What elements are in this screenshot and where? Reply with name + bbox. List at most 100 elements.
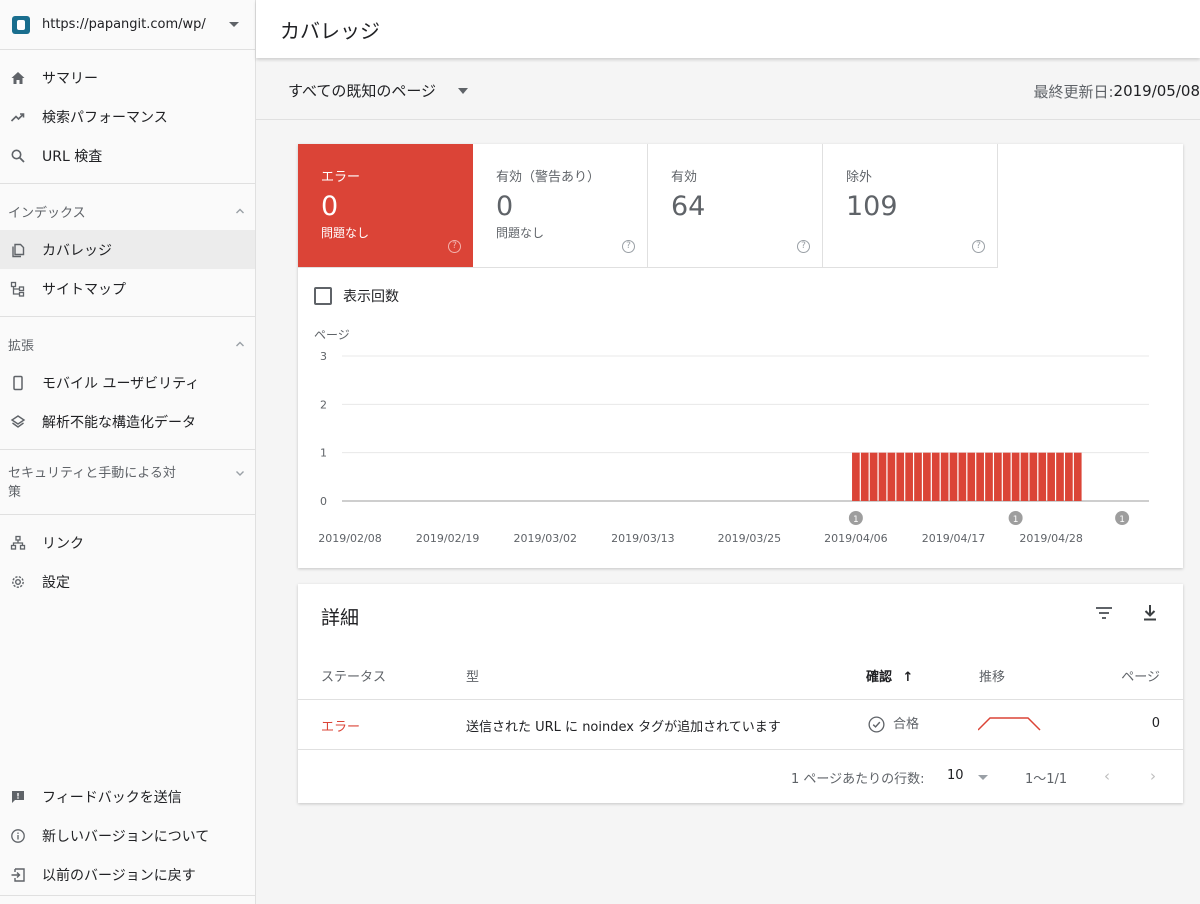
section-label: セキュリティと手動による対策 [8, 466, 176, 500]
property-icon [12, 15, 30, 34]
chevron-down-icon[interactable] [978, 775, 988, 780]
section-header-security[interactable]: セキュリティと手動による対策 [0, 454, 255, 510]
nav-security: セキュリティと手動による対策 [0, 450, 255, 515]
nav-item-summary[interactable]: サマリー [0, 58, 255, 97]
column-header-type[interactable]: 型 [466, 666, 479, 685]
nav-enhancements: 拡張 モバイル ユーザビリティ 解析不能な構造化データ [0, 317, 255, 450]
table-row[interactable]: エラー 送信された URL に noindex タグが追加されています 合格 0 [298, 701, 1183, 750]
row-validation-label: 合格 [893, 717, 920, 732]
info-icon [10, 828, 26, 844]
help-icon[interactable]: ? [797, 240, 810, 253]
help-icon[interactable]: ? [622, 240, 635, 253]
annotation-label: 1 [853, 515, 859, 525]
impressions-checkbox[interactable] [314, 287, 332, 305]
x-tick-label: 2019/03/13 [611, 532, 674, 545]
row-pages: 0 [1151, 716, 1160, 731]
section-header-enhancements[interactable]: 拡張 [0, 325, 255, 363]
nav-item-settings[interactable]: 設定 [0, 562, 255, 601]
tile-valid-with-warnings[interactable]: 有効（警告あり） 0 問題なし ? [473, 144, 648, 268]
nav-item-new-version[interactable]: 新しいバージョンについて [0, 816, 256, 855]
trending-up-icon [10, 109, 26, 125]
nav-item-sitemaps[interactable]: サイトマップ [0, 269, 255, 308]
bar [887, 452, 896, 501]
nav-item-coverage[interactable]: カバレッジ [0, 230, 255, 269]
annotation-label: 1 [1013, 515, 1019, 525]
bar [878, 452, 887, 501]
row-validation: 合格 [868, 713, 919, 733]
nav-item-performance[interactable]: 検索パフォーマンス [0, 97, 255, 136]
bar [940, 452, 949, 501]
search-icon [10, 148, 26, 164]
nav-misc: リンク 設定 [0, 515, 255, 609]
property-selector[interactable]: https://papangit.com/wp/ [0, 0, 255, 50]
nav-item-links[interactable]: リンク [0, 523, 255, 562]
bar [1073, 452, 1082, 501]
bar [958, 452, 967, 501]
nav-item-structured-data[interactable]: 解析不能な構造化データ [0, 402, 255, 441]
trend-sparkline [978, 717, 1041, 731]
tile-valid[interactable]: 有効 64 ? [648, 144, 823, 268]
rows-per-page-label: 1 ページあたりの行数: [791, 772, 925, 787]
tile-sub: 問題なし [496, 226, 545, 240]
chevron-down-icon[interactable] [458, 87, 469, 94]
next-page-icon[interactable]: › [1150, 767, 1156, 785]
chevron-down-icon [229, 22, 239, 27]
bar [1047, 452, 1055, 501]
annotation-label: 1 [1119, 515, 1125, 525]
row-type: 送信された URL に noindex タグが追加されています [466, 720, 781, 735]
x-tick-label: 2019/04/17 [922, 532, 985, 545]
nav-index: インデックス カバレッジ サイトマップ [0, 184, 255, 317]
nav-item-mobile-usability[interactable]: モバイル ユーザビリティ [0, 363, 255, 402]
impressions-label: 表示回数 [343, 289, 399, 305]
column-header-pages[interactable]: ページ [1121, 666, 1160, 685]
tile-excluded[interactable]: 除外 109 ? [823, 144, 998, 268]
mobile-icon [10, 375, 26, 391]
nav-item-url-inspection[interactable]: URL 検査 [0, 136, 255, 175]
bar [1020, 452, 1029, 501]
nav-item-old-version[interactable]: 以前のバージョンに戻す [0, 855, 256, 894]
nav-item-label: サマリー [42, 70, 98, 87]
x-tick-label: 2019/04/06 [824, 532, 887, 545]
row-status: エラー [321, 720, 361, 735]
bar [896, 452, 905, 501]
nav-item-feedback[interactable]: フィードバックを送信 [0, 777, 256, 816]
filter-icon[interactable] [1093, 602, 1115, 624]
column-header-status[interactable]: ステータス [321, 666, 386, 685]
sitemap-icon [10, 281, 26, 297]
details-title: 詳細 [321, 607, 360, 629]
page-title: カバレッジ [280, 18, 380, 43]
x-tick-label: 2019/02/19 [416, 532, 479, 545]
column-header-trend: 推移 [979, 670, 1006, 685]
layers-icon [10, 414, 26, 430]
coverage-summary-card: エラー 0 問題なし ? 有効（警告あり） 0 問題なし ? 有効 64 ? 除… [298, 144, 1183, 568]
download-icon[interactable] [1139, 602, 1161, 624]
section-label: 拡張 [8, 338, 35, 354]
rows-per-page-select[interactable]: 10 [947, 768, 964, 783]
bar [1011, 452, 1020, 501]
last-updated-value: 2019/05/08 [1113, 82, 1200, 100]
help-icon[interactable]: ? [972, 240, 985, 253]
bar [1065, 452, 1073, 501]
nav-item-label: URL 検査 [42, 148, 103, 165]
tile-error[interactable]: エラー 0 問題なし ? [298, 144, 473, 268]
page-filter-label[interactable]: すべての既知のページ [288, 80, 436, 101]
tile-sub: 問題なし [321, 226, 370, 240]
impressions-toggle[interactable]: 表示回数 [314, 286, 399, 306]
nav-item-label: 設定 [42, 574, 70, 591]
column-header-validation[interactable]: 確認 ↑ [866, 666, 913, 685]
section-header-index[interactable]: インデックス [0, 192, 255, 230]
help-icon[interactable]: ? [448, 240, 461, 253]
page-header: カバレッジ [256, 0, 1200, 58]
home-icon [10, 70, 26, 86]
bar [914, 452, 922, 501]
nav-item-label: 以前のバージョンに戻す [42, 867, 196, 884]
links-icon [10, 535, 26, 551]
nav-item-label: サイトマップ [42, 281, 126, 298]
arrow-up-icon: ↑ [902, 670, 914, 685]
exit-icon [10, 867, 26, 883]
bar [1002, 452, 1011, 501]
column-header-validation-label: 確認 [866, 670, 893, 685]
prev-page-icon[interactable]: ‹ [1104, 767, 1110, 785]
x-tick-label: 2019/03/02 [514, 532, 577, 545]
nav-item-label: 検索パフォーマンス [42, 109, 168, 126]
